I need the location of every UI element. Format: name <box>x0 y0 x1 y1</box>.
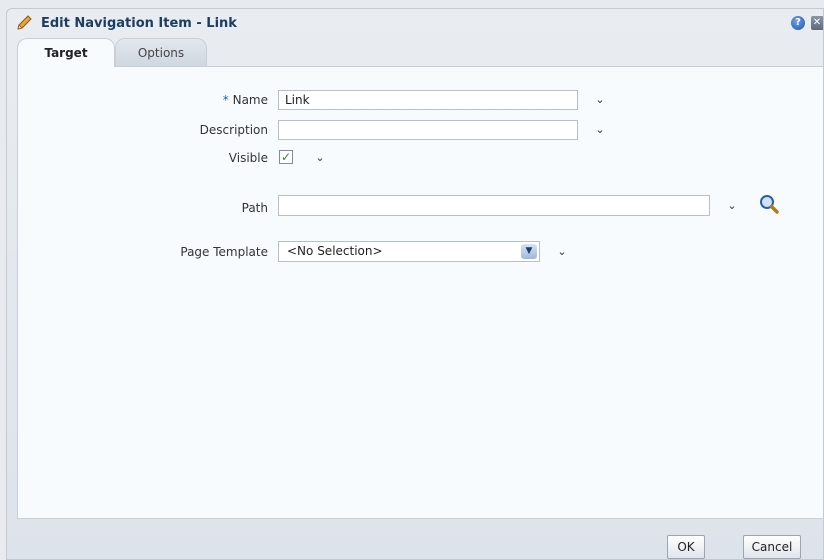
chevron-down-icon[interactable]: ⌄ <box>594 124 606 136</box>
select-dropdown-icon[interactable]: ▼ <box>521 244 537 259</box>
tab-options[interactable]: Options <box>115 38 207 66</box>
required-marker: * <box>222 93 229 107</box>
description-input[interactable] <box>278 120 578 140</box>
target-tab-panel: * Name Link ⌄ Description ⌄ Visible ✓ ⌄ … <box>17 66 823 519</box>
visible-label: Visible <box>228 151 268 165</box>
pencil-icon <box>17 15 32 30</box>
page-template-value: <No Selection> <box>287 244 383 258</box>
name-input[interactable]: Link <box>278 90 578 110</box>
dialog-title: Edit Navigation Item - Link <box>41 16 237 31</box>
dialog-title-bar: Edit Navigation Item - Link ? ✕ <box>7 9 823 37</box>
close-icon[interactable]: ✕ <box>811 16 823 30</box>
path-input[interactable] <box>278 195 710 216</box>
description-label: Description <box>199 123 268 137</box>
path-label: Path <box>241 201 268 215</box>
edit-navigation-dialog: Edit Navigation Item - Link ? ✕ Target O… <box>6 8 824 560</box>
page-template-select[interactable]: <No Selection> ▼ <box>278 241 540 262</box>
help-icon[interactable]: ? <box>791 16 805 30</box>
search-icon[interactable] <box>758 193 780 215</box>
name-label: * Name <box>68 93 268 107</box>
chevron-down-icon[interactable]: ⌄ <box>314 152 326 164</box>
page-template-label: Page Template <box>180 245 268 259</box>
chevron-down-icon[interactable]: ⌄ <box>556 246 568 258</box>
visible-checkbox[interactable]: ✓ <box>279 150 293 164</box>
chevron-down-icon[interactable]: ⌄ <box>594 94 606 106</box>
tab-target[interactable]: Target <box>17 38 115 67</box>
ok-button[interactable]: OK <box>667 535 705 559</box>
chevron-down-icon[interactable]: ⌄ <box>726 200 738 212</box>
cancel-button[interactable]: Cancel <box>743 535 801 559</box>
name-label-text: Name <box>232 93 268 107</box>
